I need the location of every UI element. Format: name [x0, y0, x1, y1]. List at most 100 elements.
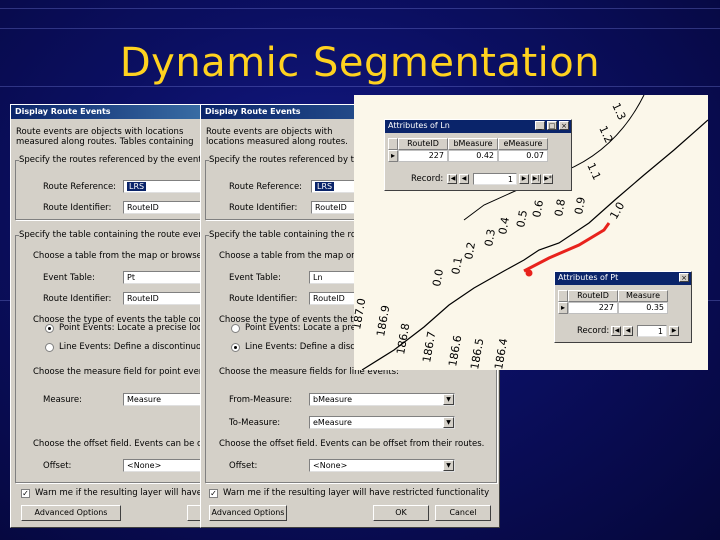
offset-section-label: Choose the offset field. Events can be o…: [33, 439, 205, 449]
measure-label: Measure:: [43, 395, 82, 405]
record-field[interactable]: 1: [637, 325, 667, 337]
maximize-icon[interactable]: □: [547, 121, 557, 130]
dialog-intro: Route events are objects with locations …: [206, 127, 348, 147]
map-measure-label: 1.2: [596, 124, 615, 145]
measure-select[interactable]: Measure: [123, 393, 205, 406]
row-selector-header: [388, 138, 398, 150]
record-field[interactable]: 1: [473, 173, 517, 185]
map-measure-label: 0.4: [496, 216, 512, 235]
cancel-button[interactable]: Cancel: [435, 505, 491, 521]
dialog-titlebar: Display Route Events: [11, 105, 205, 119]
chevron-down-icon[interactable]: ▼: [443, 417, 454, 428]
line-events-radio[interactable]: [45, 343, 54, 352]
to-measure-label: To-Measure:: [229, 418, 281, 428]
chevron-down-icon[interactable]: ▼: [443, 460, 454, 471]
map-measure-label: 186.5: [468, 337, 486, 370]
table-cell[interactable]: 0.07: [498, 150, 548, 162]
event-point: [525, 269, 533, 277]
warn-label: Warn me if the resulting layer will have…: [35, 488, 205, 498]
route-reference-label: Route Reference:: [43, 182, 117, 192]
event-table-select[interactable]: Pt: [123, 271, 205, 284]
row-selector[interactable]: ▸: [388, 150, 398, 162]
first-record-icon[interactable]: |◀: [611, 326, 621, 336]
event-segment: [523, 222, 611, 273]
column-header[interactable]: eMeasure: [498, 138, 548, 150]
next-record-icon[interactable]: ▶: [669, 326, 679, 336]
warn-checkbox[interactable]: ✓: [21, 489, 30, 498]
route-events-dialog-point: Display Route Events Route events are ob…: [10, 104, 206, 528]
close-icon[interactable]: ×: [559, 121, 569, 130]
row-selector-header: [558, 290, 568, 302]
row-selector[interactable]: ▸: [558, 302, 568, 314]
ok-button[interactable]: OK: [373, 505, 429, 521]
offset-select[interactable]: <None>: [123, 459, 205, 472]
table-step-label: Specify the table containing the route e…: [19, 230, 205, 240]
advanced-options-button[interactable]: Advanced Options: [21, 505, 121, 521]
map-measure-label: 1.0: [607, 200, 627, 222]
slide-title: Dynamic Segmentation: [119, 40, 601, 86]
prev-record-icon[interactable]: ◀: [623, 326, 633, 336]
map-measure-label: 186.9: [374, 304, 392, 337]
from-measure-label: From-Measure:: [229, 395, 293, 405]
event-route-id-select[interactable]: RouteID: [123, 292, 205, 305]
map-measure-label: 186.8: [394, 322, 412, 355]
map-measure-label: 0.3: [482, 228, 498, 247]
map-measure-label: 0.2: [462, 241, 478, 260]
from-measure-select[interactable]: bMeasure ▼: [309, 393, 455, 406]
close-icon[interactable]: ×: [679, 273, 689, 282]
warn-checkbox[interactable]: ✓: [209, 489, 218, 498]
prev-record-icon[interactable]: ◀: [459, 174, 469, 184]
route-identifier-select[interactable]: RouteID: [123, 201, 205, 214]
map-measure-label: 0.9: [572, 196, 588, 215]
map-measure-label: 0.8: [552, 198, 568, 217]
map-measure-label: 1.3: [609, 101, 628, 122]
map-measure-label: 0.1: [449, 256, 465, 275]
point-events-radio[interactable]: [45, 324, 54, 333]
route-reference-select[interactable]: LRS: [123, 180, 205, 193]
map-measure-label: 0.5: [514, 209, 530, 228]
offset-label: Offset:: [43, 461, 72, 471]
offset-section-label: Choose the offset field. Events can be o…: [219, 439, 485, 449]
last-record-icon[interactable]: ▶|: [531, 174, 541, 184]
to-measure-select[interactable]: eMeasure ▼: [309, 416, 455, 429]
event-route-id-label: Route Identifier:: [229, 294, 298, 304]
choose-table-label: Choose a table from the map or browse fo…: [33, 251, 205, 261]
record-label: Record:: [577, 326, 610, 336]
map-view[interactable]: 1.3 1.2 1.1 0.9 0.8 0.6 0.5 0.4 0.3 0.2 0.1 0.0 187.…: [354, 95, 708, 370]
warn-label: Warn me if the resulting layer will have…: [223, 488, 490, 498]
map-measure-label: 186.7: [420, 330, 438, 363]
event-table-label: Event Table:: [43, 273, 95, 283]
offset-label: Offset:: [229, 461, 258, 471]
table-cell[interactable]: 227: [568, 302, 618, 314]
table-cell[interactable]: 0.35: [618, 302, 668, 314]
map-measure-label: 0.6: [530, 199, 546, 218]
map-measure-label: 0.0: [430, 268, 446, 287]
routes-step-label: Specify the routes referenced by the eve…: [19, 155, 205, 165]
first-record-icon[interactable]: |◀: [447, 174, 457, 184]
advanced-options-button[interactable]: Advanced Options: [209, 505, 287, 521]
offset-select[interactable]: <None> ▼: [309, 459, 455, 472]
table-cell[interactable]: 227: [398, 150, 448, 162]
table-cell[interactable]: 0.42: [448, 150, 498, 162]
map-measure-label: 1.1: [584, 161, 603, 182]
measure-section-label: Choose the measure field for point event…: [33, 367, 206, 377]
dialog-intro: Route events are objects with locations …: [16, 127, 194, 147]
column-header[interactable]: RouteID: [568, 290, 618, 302]
point-events-radio[interactable]: [231, 324, 240, 333]
map-measure-label: 186.6: [446, 334, 464, 367]
point-events-label: Point Events: Locate a precise location: [59, 323, 206, 333]
chevron-down-icon[interactable]: ▼: [443, 394, 454, 405]
route-reference-label: Route Reference:: [229, 182, 303, 192]
event-table-label: Event Table:: [229, 273, 281, 283]
new-record-icon[interactable]: ▶*: [543, 174, 553, 184]
route-identifier-label: Route Identifier:: [43, 203, 112, 213]
minimize-icon[interactable]: _: [535, 121, 545, 130]
column-header[interactable]: Measure: [618, 290, 668, 302]
event-route-id-label: Route Identifier:: [43, 294, 112, 304]
column-header[interactable]: bMeasure: [448, 138, 498, 150]
column-header[interactable]: RouteID: [398, 138, 448, 150]
next-record-icon[interactable]: ▶: [519, 174, 529, 184]
line-events-radio[interactable]: [231, 343, 240, 352]
record-label: Record:: [411, 174, 444, 184]
decor-line: [0, 86, 720, 87]
